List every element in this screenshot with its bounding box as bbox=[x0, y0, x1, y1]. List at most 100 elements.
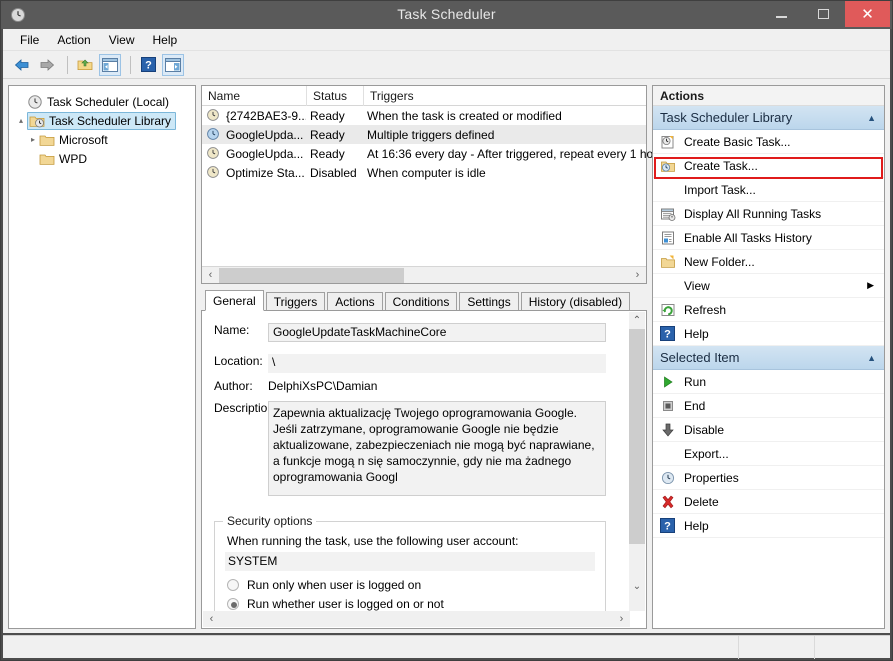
new-folder-icon bbox=[660, 254, 676, 270]
up-one-level-button[interactable] bbox=[74, 54, 96, 76]
action-create-basic-task[interactable]: Create Basic Task... bbox=[653, 130, 884, 154]
action-display-all-running-tasks[interactable]: Display All Running Tasks bbox=[653, 202, 884, 226]
column-header-status[interactable]: Status bbox=[307, 86, 364, 106]
show-hide-console-tree-button[interactable] bbox=[99, 53, 121, 76]
scroll-thumb[interactable] bbox=[219, 267, 404, 283]
scroll-left-icon[interactable]: ‹ bbox=[202, 268, 219, 283]
svg-text:?: ? bbox=[664, 328, 671, 340]
forward-button[interactable] bbox=[36, 54, 58, 76]
menu-file[interactable]: File bbox=[11, 31, 48, 49]
show-hide-action-pane-button[interactable] bbox=[162, 53, 184, 76]
title-bar: Task Scheduler ✕ bbox=[1, 1, 892, 29]
tab-conditions[interactable]: Conditions bbox=[384, 292, 458, 311]
action-label: Import Task... bbox=[684, 182, 756, 197]
scroll-up-icon[interactable]: ⌃ bbox=[629, 312, 645, 328]
help-icon: ? bbox=[660, 517, 676, 534]
author-label: Author: bbox=[214, 379, 253, 393]
stop-square-icon bbox=[660, 398, 676, 414]
scroll-right-icon[interactable]: › bbox=[629, 268, 646, 283]
back-button[interactable] bbox=[11, 54, 33, 76]
chevron-up-icon[interactable]: ▲ bbox=[867, 113, 876, 123]
task-status-cell: Ready bbox=[310, 127, 345, 142]
action-new-folder[interactable]: New Folder... bbox=[653, 250, 884, 274]
table-row[interactable]: GoogleUpda... Ready At 16:36 every day -… bbox=[202, 144, 653, 163]
radio-run-only-when-logged-on[interactable]: Run only when user is logged on bbox=[227, 578, 605, 592]
collapse-expander-icon[interactable]: ▴ bbox=[15, 116, 27, 125]
author-value: DelphiXsPC\Damian bbox=[268, 379, 378, 393]
action-export[interactable]: Export... bbox=[653, 442, 884, 466]
clock-icon bbox=[27, 94, 43, 110]
radio-icon[interactable] bbox=[227, 579, 239, 591]
tree-node-label: Microsoft bbox=[59, 132, 108, 147]
task-name-cell: {2742BAE3-9... bbox=[206, 108, 306, 124]
actions-section-task-scheduler-library[interactable]: Task Scheduler Library ▲ bbox=[653, 106, 884, 130]
expand-expander-icon[interactable]: ▸ bbox=[27, 135, 39, 144]
task-name-label: GoogleUpda... bbox=[226, 127, 304, 142]
scroll-track[interactable] bbox=[220, 611, 613, 627]
task-list-horizontal-scrollbar[interactable]: ‹ › bbox=[202, 266, 646, 283]
menu-view[interactable]: View bbox=[100, 31, 144, 49]
general-tab-content: Name: GoogleUpdateTaskMachineCore Locati… bbox=[201, 310, 647, 629]
task-triggers-cell: Multiple triggers defined bbox=[367, 127, 495, 142]
tree-node-wpd[interactable]: WPD bbox=[9, 149, 195, 168]
action-create-task[interactable]: Create Task... bbox=[653, 154, 884, 178]
tree-node-task-scheduler-local[interactable]: Task Scheduler (Local) bbox=[9, 92, 195, 111]
actions-section-selected-item[interactable]: Selected Item ▲ bbox=[653, 346, 884, 370]
action-label: End bbox=[684, 398, 706, 413]
help-icon: ? bbox=[660, 325, 676, 342]
main-body: Task Scheduler (Local) ▴ Task Scheduler … bbox=[3, 79, 890, 633]
scroll-track[interactable] bbox=[219, 267, 629, 283]
tree-node-task-scheduler-library[interactable]: ▴ Task Scheduler Library bbox=[9, 111, 195, 130]
up-folder-icon bbox=[77, 59, 93, 70]
create-basic-task-icon bbox=[660, 134, 676, 150]
table-row[interactable]: Optimize Sta... Disabled When computer i… bbox=[202, 163, 646, 182]
tab-general[interactable]: General bbox=[205, 290, 264, 311]
action-properties[interactable]: Properties bbox=[653, 466, 884, 490]
help-button[interactable]: ? bbox=[137, 54, 159, 76]
chevron-up-icon[interactable]: ▲ bbox=[867, 353, 876, 363]
description-label: Description: bbox=[214, 401, 278, 415]
tree-node-label: WPD bbox=[59, 151, 87, 166]
action-delete[interactable]: Delete bbox=[653, 490, 884, 514]
action-end[interactable]: End bbox=[653, 394, 884, 418]
folder-clock-icon bbox=[29, 113, 45, 129]
maximize-button[interactable] bbox=[802, 1, 844, 27]
column-header-triggers[interactable]: Triggers bbox=[364, 86, 646, 106]
table-row[interactable]: {2742BAE3-9... Ready When the task is cr… bbox=[202, 106, 646, 125]
name-label: Name: bbox=[214, 323, 250, 337]
tab-settings[interactable]: Settings bbox=[459, 292, 519, 311]
action-label: Help bbox=[684, 326, 709, 341]
detail-vertical-scrollbar[interactable]: ⌃ ⌄ bbox=[629, 312, 645, 611]
task-name-cell: GoogleUpda... bbox=[206, 127, 306, 143]
tree-node-microsoft[interactable]: ▸ Microsoft bbox=[9, 130, 195, 149]
table-row[interactable]: GoogleUpda... Ready Multiple triggers de… bbox=[202, 125, 646, 144]
forward-arrow-icon bbox=[40, 58, 55, 71]
tab-triggers[interactable]: Triggers bbox=[265, 292, 326, 311]
scroll-thumb[interactable] bbox=[629, 329, 645, 544]
scroll-right-icon[interactable]: › bbox=[613, 612, 630, 627]
action-import-task[interactable]: Import Task... bbox=[653, 178, 884, 202]
show-hide-action-pane-icon bbox=[165, 57, 181, 72]
name-field-row: Name: GoogleUpdateTaskMachineCore bbox=[202, 323, 646, 342]
radio-run-whether-logged-on-or-not[interactable]: Run whether user is logged on or not bbox=[227, 597, 605, 611]
scroll-down-icon[interactable]: ⌄ bbox=[629, 578, 645, 594]
menu-action[interactable]: Action bbox=[48, 31, 99, 49]
action-help-library[interactable]: ? Help bbox=[653, 322, 884, 346]
close-button[interactable]: ✕ bbox=[845, 1, 890, 27]
column-header-name[interactable]: Name bbox=[202, 86, 307, 106]
radio-icon-selected[interactable] bbox=[227, 598, 239, 610]
action-view[interactable]: View ▶ bbox=[653, 274, 884, 298]
action-run[interactable]: Run bbox=[653, 370, 884, 394]
action-disable[interactable]: Disable bbox=[653, 418, 884, 442]
detail-horizontal-scrollbar[interactable]: ‹ › bbox=[203, 611, 630, 627]
action-help-selected[interactable]: ? Help bbox=[653, 514, 884, 538]
action-label: Create Task... bbox=[684, 158, 758, 173]
tab-history[interactable]: History (disabled) bbox=[520, 292, 631, 311]
action-enable-all-tasks-history[interactable]: Enable All Tasks History bbox=[653, 226, 884, 250]
action-refresh[interactable]: Refresh bbox=[653, 298, 884, 322]
task-list: Name Status Triggers {2742BAE3-9... Read… bbox=[201, 85, 653, 284]
menu-help[interactable]: Help bbox=[144, 31, 187, 49]
tab-actions[interactable]: Actions bbox=[327, 292, 383, 311]
minimize-button[interactable] bbox=[760, 1, 802, 27]
scroll-left-icon[interactable]: ‹ bbox=[203, 612, 220, 627]
